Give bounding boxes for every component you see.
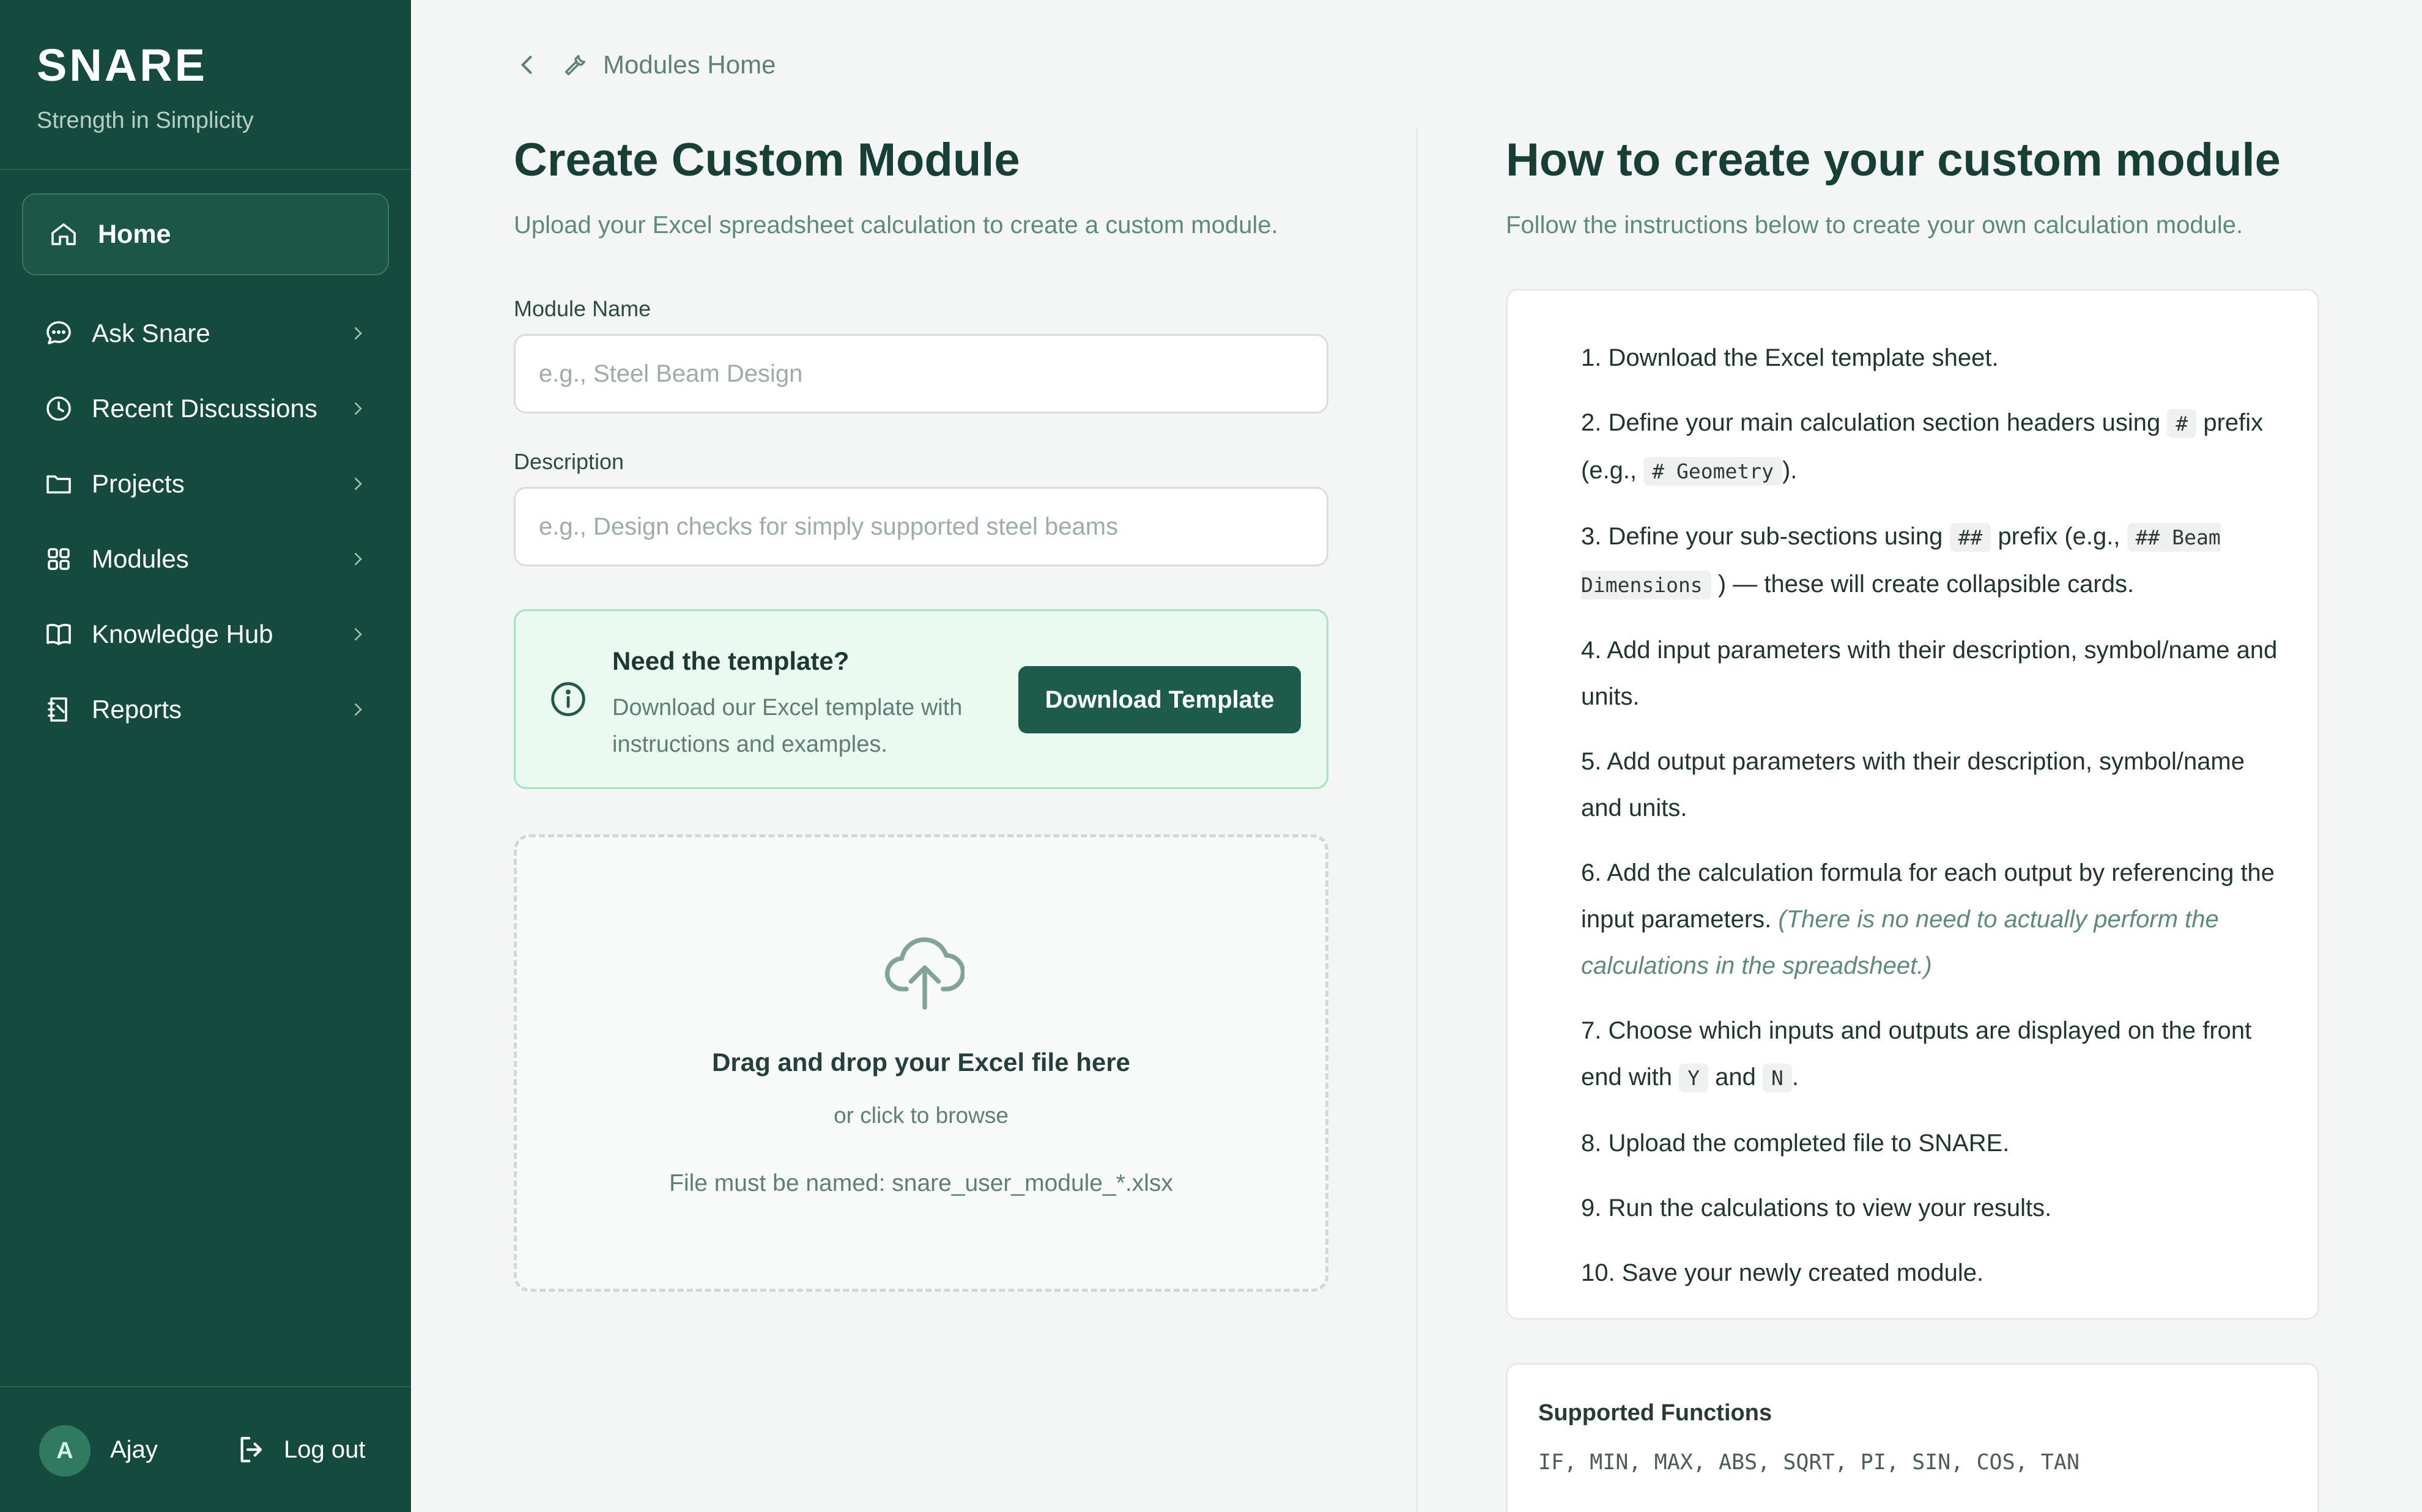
cloud-upload-icon	[885, 937, 965, 1010]
page-title: Create Custom Module	[514, 134, 1020, 186]
sidebar-item-home[interactable]: Home	[22, 193, 389, 275]
howto-title: How to create your custom module	[1506, 134, 2281, 186]
chevron-right-icon	[355, 327, 362, 339]
list-item: 1. Download the Excel template sheet.	[1581, 335, 2278, 381]
step-text: 10. Save your newly created module.	[1581, 1259, 1984, 1286]
module-name-label: Module Name	[514, 296, 651, 321]
user-name: Ajay	[110, 1436, 158, 1463]
step-text: 3. Define your sub-sections using	[1581, 523, 1943, 550]
list-item: 4. Add input parameters with their descr…	[1581, 627, 2278, 720]
description-label: Description	[514, 449, 624, 474]
brand-tagline: Strength in Simplicity	[37, 108, 254, 133]
book-icon	[46, 623, 71, 645]
supported-functions-card: Supported Functions IF, MIN, MAX, ABS, S…	[1506, 1363, 2319, 1512]
list-item: 10. Save your newly created module.	[1581, 1250, 2278, 1296]
sidebar-item-modules[interactable]: Modules	[22, 525, 389, 593]
sidebar-item-recent-discussions[interactable]: Recent Discussions	[22, 375, 389, 442]
home-icon	[51, 223, 76, 245]
sidebar-item-label: Projects	[92, 469, 185, 498]
clock-icon	[46, 396, 71, 421]
sidebar-item-reports[interactable]: Reports	[22, 676, 389, 743]
file-dropzone[interactable]: Drag and drop your Excel file here or cl…	[514, 834, 1328, 1292]
list-item: 2. Define your main calculation section …	[1581, 399, 2278, 495]
brand-logo[interactable]: SNARE	[37, 39, 207, 91]
avatar[interactable]: A	[39, 1425, 91, 1477]
howto-subtitle: Follow the instructions below to create …	[1506, 212, 2243, 239]
sidebar-item-ask-snare[interactable]: Ask Snare	[22, 300, 389, 367]
column-divider	[1417, 127, 1418, 1512]
code-snippet: N	[1762, 1064, 1792, 1092]
list-item: 8. Upload the completed file to SNARE.	[1581, 1120, 2278, 1166]
code-snippet: ##	[1949, 523, 1991, 552]
sidebar-item-knowledge-hub[interactable]: Knowledge Hub	[22, 601, 389, 668]
logout-icon	[240, 1437, 262, 1462]
notebook-icon	[48, 697, 67, 722]
sidebar-item-label: Home	[98, 219, 171, 249]
page-subtitle: Upload your Excel spreadsheet calculatio…	[514, 212, 1278, 239]
step-text: 8. Upload the completed file to SNARE.	[1581, 1130, 2010, 1157]
sidebar-item-label: Ask Snare	[92, 319, 210, 347]
step-text: 1. Download the Excel template sheet.	[1581, 344, 1999, 371]
info-icon	[551, 682, 585, 716]
chevron-right-icon	[355, 478, 362, 490]
list-item: 3. Define your sub-sections using ## pre…	[1581, 513, 2278, 609]
sidebar-item-label: Modules	[92, 544, 189, 573]
module-name-input[interactable]	[514, 334, 1328, 413]
list-item: 6. Add the calculation formula for each …	[1581, 850, 2278, 989]
description-input[interactable]	[514, 487, 1328, 566]
sidebar-divider	[0, 169, 411, 170]
code-snippet: # Geometry	[1643, 457, 1782, 486]
chevron-right-icon	[355, 402, 362, 415]
user-area: A Ajay Log out	[0, 1386, 411, 1512]
step-text: prefix (e.g.,	[1998, 523, 2120, 550]
instructions-list: 1. Download the Excel template sheet. 2.…	[1581, 335, 2278, 1314]
logout-label: Log out	[284, 1436, 366, 1463]
template-callout: Need the template? Download our Excel te…	[514, 609, 1328, 789]
step-text: ).	[1782, 457, 1798, 484]
chevron-right-icon	[355, 628, 362, 640]
step-text: ) — these will create collapsible cards.	[1717, 571, 2135, 598]
chevron-right-icon	[355, 703, 362, 716]
supported-functions-title: Supported Functions	[1538, 1400, 1772, 1426]
template-description: Download our Excel template with instruc…	[612, 695, 963, 757]
chevron-left-icon[interactable]	[514, 51, 541, 78]
sidebar-item-label: Reports	[92, 695, 182, 724]
breadcrumb[interactable]: Modules Home	[514, 46, 776, 83]
step-text: .	[1791, 1064, 1799, 1091]
sidebar-item-label: Knowledge Hub	[92, 620, 273, 648]
template-title: Need the template?	[612, 647, 850, 675]
step-text: 4. Add input parameters with their descr…	[1581, 637, 2278, 710]
code-snippet: Y	[1679, 1064, 1708, 1092]
list-item: 9. Run the calculations to view your res…	[1581, 1185, 2278, 1231]
download-template-button[interactable]: Download Template	[1018, 666, 1301, 733]
instructions-card: 1. Download the Excel template sheet. 2.…	[1506, 289, 2319, 1320]
grid-icon	[48, 548, 70, 570]
step-text: and	[1715, 1064, 1756, 1091]
sidebar-item-projects[interactable]: Projects	[22, 450, 389, 517]
dropzone-title: Drag and drop your Excel file here	[712, 1048, 1130, 1077]
chevron-right-icon	[355, 553, 362, 565]
list-item: 7. Choose which inputs and outputs are d…	[1581, 1007, 2278, 1102]
breadcrumb-label[interactable]: Modules Home	[603, 50, 776, 80]
list-item: 5. Add output parameters with their desc…	[1581, 738, 2278, 831]
step-text: 9. Run the calculations to view your res…	[1581, 1195, 2052, 1221]
sidebar-item-label: Recent Discussions	[92, 394, 317, 423]
step-text: 5. Add output parameters with their desc…	[1581, 748, 2245, 821]
step-text: 2. Define your main calculation section …	[1581, 409, 2161, 436]
chat-bubble-icon	[46, 321, 71, 344]
logout-button[interactable]: Log out	[235, 1431, 365, 1468]
dropzone-browse-link[interactable]: or click to browse	[517, 1103, 1325, 1128]
code-snippet: #	[2167, 409, 2197, 438]
folder-icon	[46, 475, 71, 494]
supported-functions-list: IF, MIN, MAX, ABS, SQRT, PI, SIN, COS, T…	[1538, 1450, 2080, 1475]
sidebar: SNARE Strength in Simplicity Home Ask Sn…	[0, 0, 411, 1512]
wrench-icon	[565, 54, 586, 76]
dropzone-filename-note: File must be named: snare_user_module_*.…	[669, 1170, 1173, 1196]
